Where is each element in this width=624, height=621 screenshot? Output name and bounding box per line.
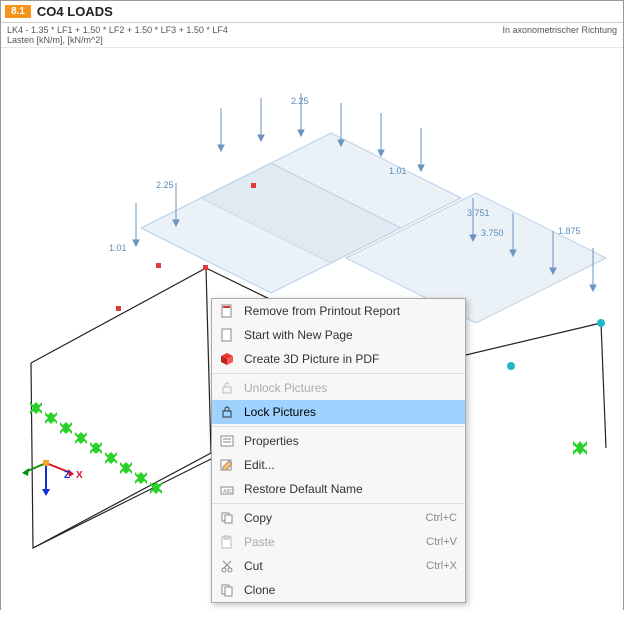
load-definition: LK4 - 1.35 * LF1 + 1.50 * LF2 + 1.50 * L… <box>7 25 228 45</box>
remove-page-icon <box>216 304 238 318</box>
menu-item-start-new-page[interactable]: Start with New Page <box>212 323 465 347</box>
properties-icon <box>216 434 238 448</box>
shortcut: Ctrl+X <box>426 560 457 572</box>
lock-icon <box>216 405 238 419</box>
cube-icon <box>216 352 238 366</box>
menu-item-unlock-pictures: Unlock Pictures <box>212 376 465 400</box>
menu-item-edit[interactable]: Edit... <box>212 453 465 477</box>
menu-item-properties[interactable]: Properties <box>212 429 465 453</box>
menu-item-copy[interactable]: Copy Ctrl+C <box>212 506 465 530</box>
load-label: 1.01 <box>109 243 127 253</box>
axis-widget: X Z <box>16 458 86 503</box>
load-label: 2.25 <box>156 180 174 190</box>
menu-item-remove-from-printout[interactable]: Remove from Printout Report <box>212 299 465 323</box>
clone-icon <box>216 583 238 597</box>
load-label: 3.750 <box>481 228 504 238</box>
page-icon <box>216 328 238 342</box>
cut-icon <box>216 559 238 573</box>
restore-name-icon: ABC <box>216 482 238 496</box>
load-label: 1.01 <box>389 166 407 176</box>
menu-item-paste: Paste Ctrl+V <box>212 530 465 554</box>
paste-icon <box>216 535 238 549</box>
axis-x-label: X <box>76 470 83 481</box>
header-bar: 8.1 CO4 LOADS <box>1 1 623 23</box>
shortcut: Ctrl+V <box>426 536 457 548</box>
page-title: CO4 LOADS <box>37 4 113 19</box>
svg-text:ABC: ABC <box>223 489 234 495</box>
unlock-icon <box>216 381 238 395</box>
load-label: 1.875 <box>558 226 581 236</box>
context-menu: Remove from Printout Report Start with N… <box>211 298 466 603</box>
shortcut: Ctrl+C <box>426 512 457 524</box>
section-badge: 8.1 <box>5 5 31 18</box>
menu-item-lock-pictures[interactable]: Lock Pictures <box>212 400 465 424</box>
load-label: 3.751 <box>467 208 490 218</box>
subheader: LK4 - 1.35 * LF1 + 1.50 * LF2 + 1.50 * L… <box>1 23 623 48</box>
edit-icon <box>216 458 238 472</box>
load-label: 2.25 <box>291 96 309 106</box>
menu-item-cut[interactable]: Cut Ctrl+X <box>212 554 465 578</box>
viewport-canvas[interactable]: 2.25 1.01 2.25 1.01 3.751 3.750 1.875 X … <box>1 48 623 614</box>
menu-separator <box>212 503 465 504</box>
menu-item-create-3d-pdf[interactable]: Create 3D Picture in PDF <box>212 347 465 371</box>
menu-separator <box>212 373 465 374</box>
axis-z-label: Z <box>64 470 70 481</box>
menu-item-clone[interactable]: Clone <box>212 578 465 602</box>
view-mode-label: In axonometrischer Richtung <box>502 25 617 45</box>
menu-item-restore-default-name[interactable]: ABC Restore Default Name <box>212 477 465 501</box>
menu-separator <box>212 426 465 427</box>
copy-icon <box>216 511 238 525</box>
